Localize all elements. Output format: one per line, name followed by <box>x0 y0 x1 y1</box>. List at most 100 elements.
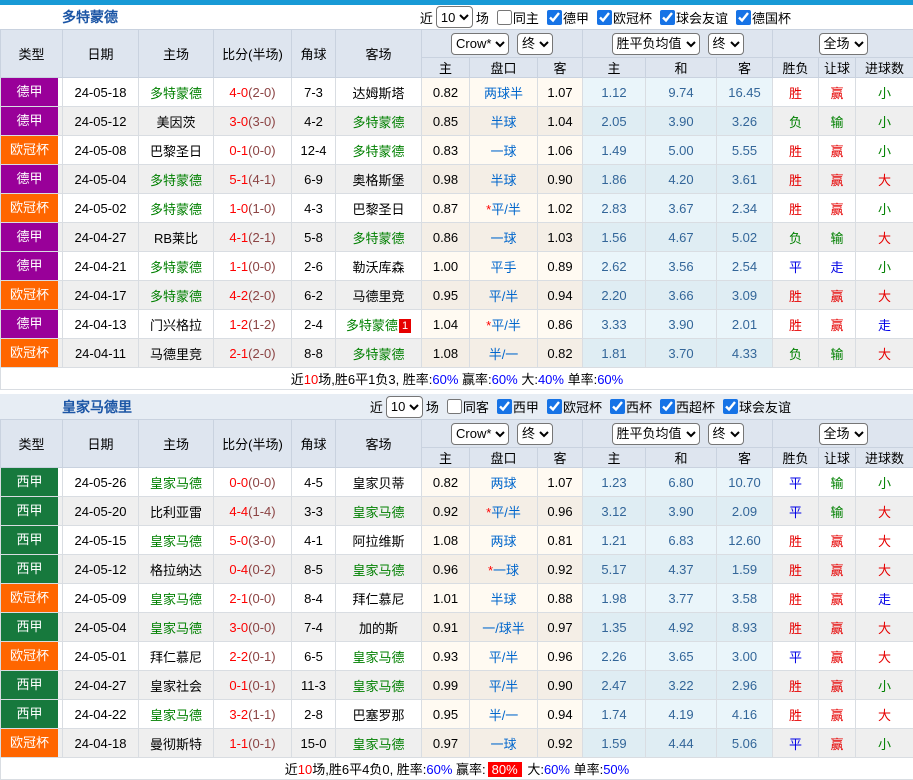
summary-segment: 60% <box>597 372 623 387</box>
cell-type: 西甲 <box>1 468 63 497</box>
col-corner: 角球 <box>292 420 336 468</box>
avg-type-select[interactable]: 胜平负均值 <box>612 33 700 55</box>
cell-avg-home: 1.12 <box>583 78 646 107</box>
match-row: 西甲24-04-22皇家马德3-2(1-1)2-8巴塞罗那0.95半/一0.94… <box>1 700 913 729</box>
league-2-checkbox[interactable] <box>610 399 625 414</box>
league-3-filter[interactable]: 西超杯 <box>656 397 715 416</box>
cell-goals: 大 <box>856 526 913 555</box>
cell-avg-home: 2.26 <box>583 642 646 671</box>
scope-select[interactable]: 全场 <box>819 423 868 445</box>
league-type-badge: 欧冠杯 <box>1 136 58 164</box>
league-type-badge: 欧冠杯 <box>1 642 58 670</box>
same-venue-filter[interactable]: 同主 <box>493 8 539 27</box>
cell-result: 胜 <box>773 700 819 729</box>
cell-away: 皇家马德 <box>336 671 422 700</box>
same-venue-checkbox[interactable] <box>497 10 512 25</box>
cell-odds-away: 0.92 <box>538 729 583 758</box>
cell-score: 1-1(0-1) <box>214 729 292 758</box>
league-3-filter[interactable]: 德国杯 <box>732 8 791 27</box>
match-row: 欧冠杯24-04-17多特蒙德4-2(2-0)6-2马德里竞0.95平/半0.9… <box>1 281 913 310</box>
cell-type: 德甲 <box>1 223 63 252</box>
summary-segment: 单率: <box>570 762 603 777</box>
away-team-name: 马德里竞 <box>352 289 404 304</box>
league-1-checkbox[interactable] <box>547 399 562 414</box>
cell-avg-away: 10.70 <box>717 468 773 497</box>
cell-type: 西甲 <box>1 700 63 729</box>
cell-home: 皇家马德 <box>139 526 214 555</box>
cell-odds-home: 0.95 <box>422 281 470 310</box>
league-2-filter[interactable]: 球会友谊 <box>656 8 728 27</box>
match-row: 欧冠杯24-04-18曼彻斯特1-1(0-1)15-0皇家马德0.97一球0.9… <box>1 729 913 758</box>
league-0-checkbox[interactable] <box>497 399 512 414</box>
league-0-filter[interactable]: 德甲 <box>543 8 589 27</box>
col-avg-away: 客 <box>717 448 773 468</box>
cell-result: 胜 <box>773 310 819 339</box>
league-1-filter[interactable]: 欧冠杯 <box>543 397 602 416</box>
cell-odds-away: 0.94 <box>538 700 583 729</box>
league-4-checkbox[interactable] <box>723 399 738 414</box>
match-row: 欧冠杯24-05-09皇家马德2-1(0-0)8-4拜仁慕尼1.01半球0.88… <box>1 584 913 613</box>
match-row: 西甲24-05-20比利亚雷4-4(1-4)3-3皇家马德0.92*平/半0.9… <box>1 497 913 526</box>
league-1-checkbox[interactable] <box>597 10 612 25</box>
avg-final-select[interactable]: 终 <box>708 33 744 55</box>
league-0-checkbox[interactable] <box>547 10 562 25</box>
odds-source-select[interactable]: Crow* <box>451 33 509 55</box>
cell-type: 欧冠杯 <box>1 729 63 758</box>
cell-odds-away: 0.82 <box>538 339 583 368</box>
cell-home: 皇家马德 <box>139 700 214 729</box>
scope-select[interactable]: 全场 <box>819 33 868 55</box>
cell-avg-away: 5.55 <box>717 136 773 165</box>
cell-odds-home: 0.83 <box>422 136 470 165</box>
cell-handicap: 一球 <box>470 729 538 758</box>
league-1-filter[interactable]: 欧冠杯 <box>593 8 652 27</box>
cell-type: 德甲 <box>1 310 63 339</box>
cell-score: 2-1(2-0) <box>214 339 292 368</box>
cell-corner: 6-2 <box>292 281 336 310</box>
cell-type: 欧冠杯 <box>1 281 63 310</box>
league-2-label: 球会友谊 <box>676 8 728 27</box>
summary-segment: 60% <box>432 372 458 387</box>
same-venue-filter[interactable]: 同客 <box>443 397 489 416</box>
avg-type-select[interactable]: 胜平负均值 <box>612 423 700 445</box>
summary-segment: 单率: <box>564 372 597 387</box>
handicap-text: 半球 <box>490 173 516 188</box>
handicap-text: 两球 <box>490 476 516 491</box>
cell-home: 美因茨 <box>139 107 214 136</box>
cell-result: 胜 <box>773 78 819 107</box>
odds-source-select[interactable]: Crow* <box>451 423 509 445</box>
odds-final-select[interactable]: 终 <box>517 33 553 55</box>
cell-avg-draw: 6.80 <box>646 468 717 497</box>
summary-segment: 60% <box>492 372 518 387</box>
avg-final-select[interactable]: 终 <box>708 423 744 445</box>
handicap-text: 平/半 <box>489 289 519 304</box>
col-handicap-result: 让球 <box>819 58 856 78</box>
away-team-name: 多特蒙德 <box>352 347 404 362</box>
cell-goals: 小 <box>856 252 913 281</box>
league-4-filter[interactable]: 球会友谊 <box>719 397 791 416</box>
match-table: 类型 日期 主场 比分(半场) 角球 客场 Crow*终 胜平负均值终 全场 主… <box>0 29 913 390</box>
cell-home: 皇家马德 <box>139 584 214 613</box>
col-away: 客场 <box>336 30 422 78</box>
cell-odds-away: 0.90 <box>538 671 583 700</box>
recent-count-select[interactable]: 10 <box>386 396 423 418</box>
cell-score: 1-2(1-2) <box>214 310 292 339</box>
league-2-filter[interactable]: 西杯 <box>606 397 652 416</box>
league-3-checkbox[interactable] <box>660 399 675 414</box>
filter-bar: 近10场同客西甲欧冠杯西杯西超杯球会友谊 <box>370 396 791 418</box>
cell-result: 胜 <box>773 281 819 310</box>
league-2-checkbox[interactable] <box>660 10 675 25</box>
col-home: 主场 <box>139 30 214 78</box>
cell-odds-away: 1.07 <box>538 78 583 107</box>
cell-score: 5-1(4-1) <box>214 165 292 194</box>
odds-final-select[interactable]: 终 <box>517 423 553 445</box>
same-venue-checkbox[interactable] <box>447 399 462 414</box>
cell-avg-home: 2.05 <box>583 107 646 136</box>
col-odds-home: 主 <box>422 448 470 468</box>
recent-count-select[interactable]: 10 <box>436 6 473 28</box>
col-score: 比分(半场) <box>214 30 292 78</box>
cell-date: 24-05-01 <box>63 642 139 671</box>
league-3-checkbox[interactable] <box>736 10 751 25</box>
cell-home: RB莱比 <box>139 223 214 252</box>
cell-result: 平 <box>773 468 819 497</box>
league-0-filter[interactable]: 西甲 <box>493 397 539 416</box>
